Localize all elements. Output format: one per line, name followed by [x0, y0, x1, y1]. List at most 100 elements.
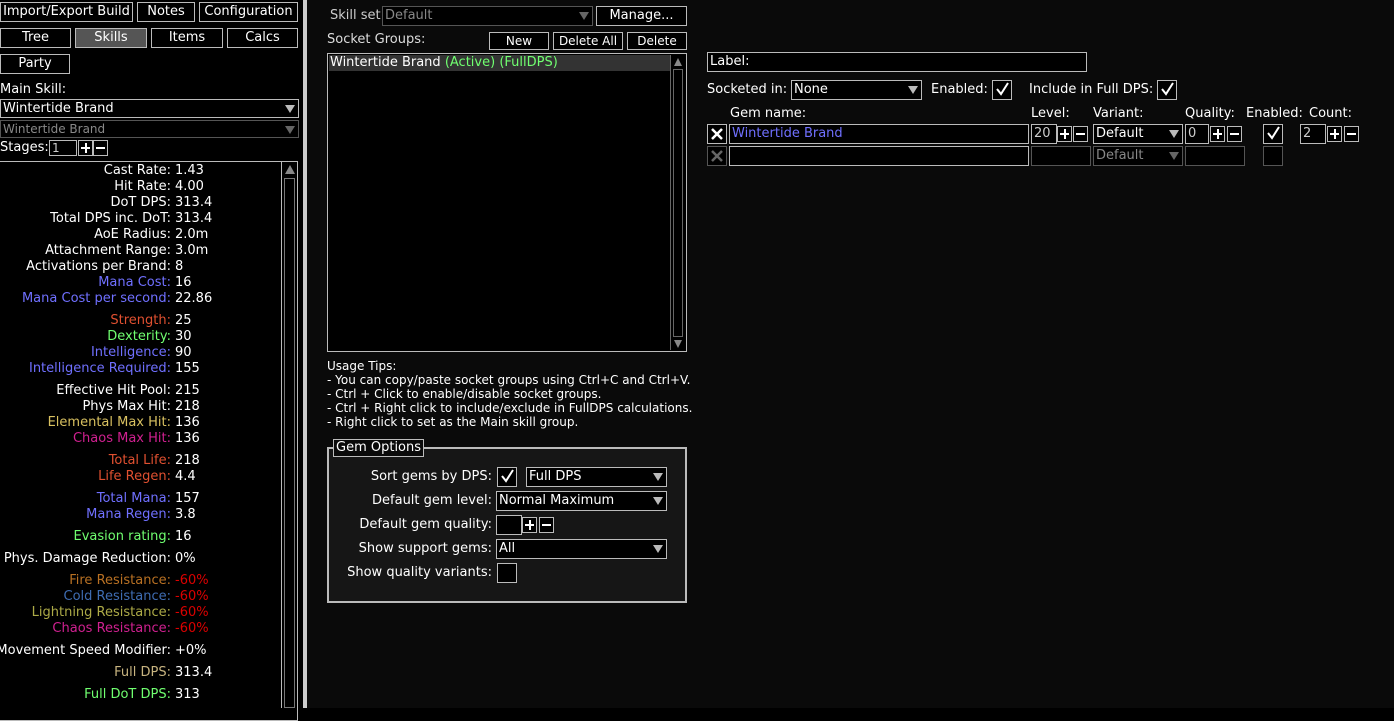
label-field[interactable]: Label: — [707, 52, 1087, 72]
main-skill-dropdown[interactable]: Wintertide Brand — [0, 99, 299, 118]
stat-value: -60% — [175, 621, 209, 636]
close-icon — [711, 128, 723, 140]
remove-gem-button[interactable] — [707, 124, 727, 144]
stat-value: 313.4 — [175, 195, 213, 210]
stat-value: 313.4 — [175, 665, 213, 680]
sub-skill-dropdown[interactable]: Wintertide Brand — [0, 120, 299, 138]
remove-gem-button[interactable] — [707, 146, 727, 166]
quality-decrement-button[interactable] — [539, 517, 554, 533]
stat-row: Total Mana: 157 — [0, 491, 288, 507]
stat-row: Hit Rate: 4.00 — [0, 179, 288, 195]
socket-group-list[interactable]: Wintertide Brand (Active) (FullDPS) — [327, 53, 687, 352]
socket-group-row[interactable]: Wintertide Brand (Active) (FullDPS) — [329, 55, 670, 71]
gem-enabled-checkbox[interactable] — [1263, 124, 1283, 144]
stat-value: 218 — [175, 399, 200, 414]
new-gem-enabled-checkbox[interactable] — [1263, 146, 1283, 166]
skill-set-dropdown[interactable]: Default — [382, 6, 593, 26]
quality-header: Quality: — [1185, 106, 1235, 121]
tab-calcs[interactable]: Calcs — [227, 28, 298, 48]
level-header: Level: — [1031, 106, 1070, 121]
configuration-button[interactable]: Configuration — [199, 2, 298, 22]
stat-label: Full DPS: — [114, 665, 171, 680]
enabled-header: Enabled: — [1246, 106, 1303, 121]
stat-value: 136 — [175, 431, 200, 446]
new-gem-variant-dropdown[interactable]: Default — [1093, 146, 1183, 166]
gem-level-input[interactable]: 20 — [1031, 124, 1057, 144]
stat-value: 16 — [175, 275, 192, 290]
level-decrement-button[interactable] — [1073, 126, 1088, 142]
show-support-gems-dropdown[interactable]: All — [496, 539, 667, 559]
stat-label: Dexterity: — [107, 329, 171, 344]
stages-increment-button[interactable] — [78, 140, 93, 156]
tab-tree[interactable]: Tree — [0, 28, 71, 48]
default-gem-quality-input[interactable] — [496, 515, 522, 535]
socketed-in-dropdown[interactable]: None — [791, 80, 922, 100]
sort-gems-dropdown[interactable]: Full DPS — [526, 467, 667, 487]
gem-variant-dropdown[interactable]: Default — [1093, 124, 1183, 144]
new-group-button[interactable]: New — [489, 32, 549, 50]
gem-quality-input[interactable]: 0 — [1185, 124, 1209, 144]
default-gem-level-value: Normal Maximum — [499, 493, 615, 508]
tab-items[interactable]: Items — [151, 28, 223, 48]
chevron-down-icon — [908, 86, 918, 94]
stages-input[interactable]: 1 — [49, 140, 77, 156]
show-quality-variants-checkbox[interactable] — [497, 563, 517, 583]
stat-label: Phys Max Hit: — [82, 399, 171, 414]
delete-all-button[interactable]: Delete All — [553, 32, 623, 50]
gem-count-input[interactable]: 2 — [1300, 124, 1326, 144]
stat-label: Fire Resistance: — [69, 573, 171, 588]
scroll-down-icon[interactable] — [674, 340, 682, 348]
stat-row: Fire Resistance: -60% — [0, 573, 288, 589]
checkmark-icon — [1267, 126, 1280, 140]
checkmark-icon — [996, 82, 1009, 96]
group-enabled-checkbox[interactable] — [992, 80, 1012, 100]
default-gem-level-dropdown[interactable]: Normal Maximum — [496, 491, 667, 511]
notes-button[interactable]: Notes — [137, 2, 195, 22]
stat-label: Mana Regen: — [86, 507, 171, 522]
new-gem-name-input[interactable] — [729, 146, 1029, 166]
gem-name-input[interactable]: Wintertide Brand — [729, 124, 1029, 144]
default-gem-level-label: Default gem level: — [372, 493, 492, 508]
group-list-scrollbar[interactable] — [670, 55, 685, 350]
stat-value: 136 — [175, 415, 200, 430]
variant-header: Variant: — [1093, 106, 1144, 121]
stat-label: Total Life: — [108, 453, 171, 468]
stat-row: Mana Regen: 3.8 — [0, 507, 288, 523]
count-increment-button[interactable] — [1327, 126, 1342, 142]
stat-label: Cold Resistance: — [63, 589, 171, 604]
stat-label: Effective Hit Pool: — [56, 383, 171, 398]
stat-value: 8 — [175, 259, 184, 274]
stat-label: Movement Speed Modifier: — [0, 643, 171, 658]
socketed-in-value: None — [794, 82, 828, 97]
count-decrement-button[interactable] — [1344, 126, 1359, 142]
manage-button[interactable]: Manage... — [596, 6, 687, 26]
chevron-down-icon — [1169, 152, 1179, 160]
stat-value: -60% — [175, 573, 209, 588]
stat-row: Intelligence Required: 155 — [0, 361, 288, 377]
stat-value: +0% — [175, 643, 207, 658]
scroll-up-icon[interactable] — [674, 58, 682, 66]
gem-name-header: Gem name: — [730, 106, 807, 121]
chevron-down-icon — [285, 126, 295, 134]
stat-value: 218 — [175, 453, 200, 468]
stat-label: Total DPS inc. DoT: — [50, 211, 171, 226]
level-increment-button[interactable] — [1057, 126, 1072, 142]
stat-label: Cast Rate: — [103, 163, 171, 178]
include-full-dps-checkbox[interactable] — [1157, 80, 1177, 100]
tab-party[interactable]: Party — [0, 54, 70, 74]
stat-value: 4.00 — [175, 179, 204, 194]
new-gem-level-input[interactable] — [1031, 146, 1091, 166]
stat-label: Life Regen: — [98, 469, 171, 484]
gem-quality-increment-button[interactable] — [1210, 126, 1225, 142]
new-gem-quality-input[interactable] — [1185, 146, 1245, 166]
quality-increment-button[interactable] — [522, 517, 537, 533]
sort-gems-label: Sort gems by DPS: — [370, 469, 492, 484]
sort-gems-checkbox[interactable] — [497, 467, 517, 487]
gem-quality-decrement-button[interactable] — [1227, 126, 1242, 142]
scrollbar-thumb[interactable] — [673, 69, 683, 337]
stages-label: Stages: — [0, 140, 49, 155]
stages-decrement-button[interactable] — [93, 140, 108, 156]
import-export-button[interactable]: Import/Export Build — [0, 2, 133, 22]
delete-group-button[interactable]: Delete — [627, 32, 687, 50]
tab-skills[interactable]: Skills — [75, 28, 147, 48]
